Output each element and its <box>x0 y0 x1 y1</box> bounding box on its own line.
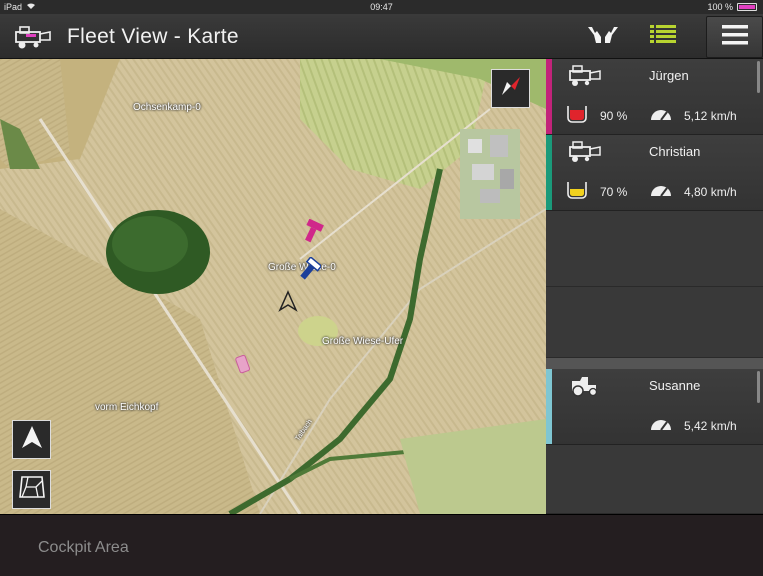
combine-harvester-icon <box>566 65 602 87</box>
menu-button[interactable] <box>706 16 763 58</box>
vehicle-color-stripe <box>546 59 552 134</box>
vehicle-speed: 4,80 km/h <box>684 185 737 199</box>
battery-label: 100 % <box>707 2 733 12</box>
empty-vehicle-slot <box>546 287 763 358</box>
list-icon <box>649 24 677 51</box>
vehicle-name: Jürgen <box>649 68 689 83</box>
field-label: Große Wiese-Ufer <box>322 336 404 347</box>
vehicle-name: Christian <box>649 144 701 159</box>
hands-icon <box>586 23 620 52</box>
map-background <box>0 59 546 514</box>
group-divider <box>546 358 763 369</box>
status-bar: iPad 09:47 100 % <box>0 0 763 14</box>
vehicle-card-juergen[interactable]: Jürgen 90 % 5,12 km/h <box>546 59 763 135</box>
map-layer-button[interactable] <box>12 470 51 509</box>
vehicle-speed: 5,12 km/h <box>684 109 737 123</box>
harvester-logo-icon <box>14 24 52 50</box>
speedometer-icon <box>649 104 673 124</box>
grain-tank-level: 70 % <box>600 185 628 199</box>
list-view-button[interactable] <box>640 18 686 56</box>
clock: 09:47 <box>370 2 393 12</box>
vehicle-card-susanne[interactable]: Susanne 5,42 km/h <box>546 369 763 445</box>
empty-vehicle-slot <box>546 445 763 514</box>
scroll-indicator <box>757 371 760 403</box>
scroll-indicator <box>757 61 760 93</box>
vehicle-speed: 5,42 km/h <box>684 419 737 433</box>
user-position-icon <box>277 290 299 317</box>
vehicle-marker-susanne[interactable] <box>234 354 252 381</box>
vehicle-color-stripe <box>546 135 552 210</box>
field-label: Ochsenkamp-0 <box>133 102 201 113</box>
grain-tank-icon <box>566 180 588 200</box>
hamburger-menu-icon <box>721 23 749 52</box>
map-layer-icon <box>18 473 46 506</box>
vehicle-marker-christian[interactable] <box>297 256 323 288</box>
speedometer-icon <box>649 414 673 434</box>
field-label: vorm Eichkopf <box>95 402 159 413</box>
tractor-icon <box>566 375 602 397</box>
navigate-arrow-icon <box>20 424 44 455</box>
grain-tank-icon <box>566 104 588 124</box>
vehicle-name: Susanne <box>649 378 701 393</box>
app-header: Fleet View - Karte <box>0 14 763 59</box>
cockpit-area: Cockpit Area <box>0 514 763 576</box>
vehicle-color-stripe <box>546 369 552 444</box>
compass-icon <box>498 73 524 104</box>
combine-harvester-icon <box>566 141 602 163</box>
empty-vehicle-slot <box>546 211 763 287</box>
satellite-map[interactable]: Ochsenkamp-0 Große Wiese-0 Große Wiese-U… <box>0 59 546 514</box>
hands-button[interactable] <box>580 18 626 56</box>
navigate-button[interactable] <box>12 420 51 459</box>
battery-icon <box>737 3 757 11</box>
speedometer-icon <box>649 180 673 200</box>
vehicle-card-christian[interactable]: Christian 70 % 4,80 km/h <box>546 135 763 211</box>
vehicle-panel: Jürgen 90 % 5,12 km/h Christian 70 % 4,8… <box>546 59 763 514</box>
compass-button[interactable] <box>491 69 530 108</box>
page-title: Fleet View - Karte <box>67 25 239 48</box>
grain-tank-level: 90 % <box>600 109 628 123</box>
cockpit-label: Cockpit Area <box>38 539 129 556</box>
vehicle-marker-juergen[interactable] <box>300 218 324 250</box>
